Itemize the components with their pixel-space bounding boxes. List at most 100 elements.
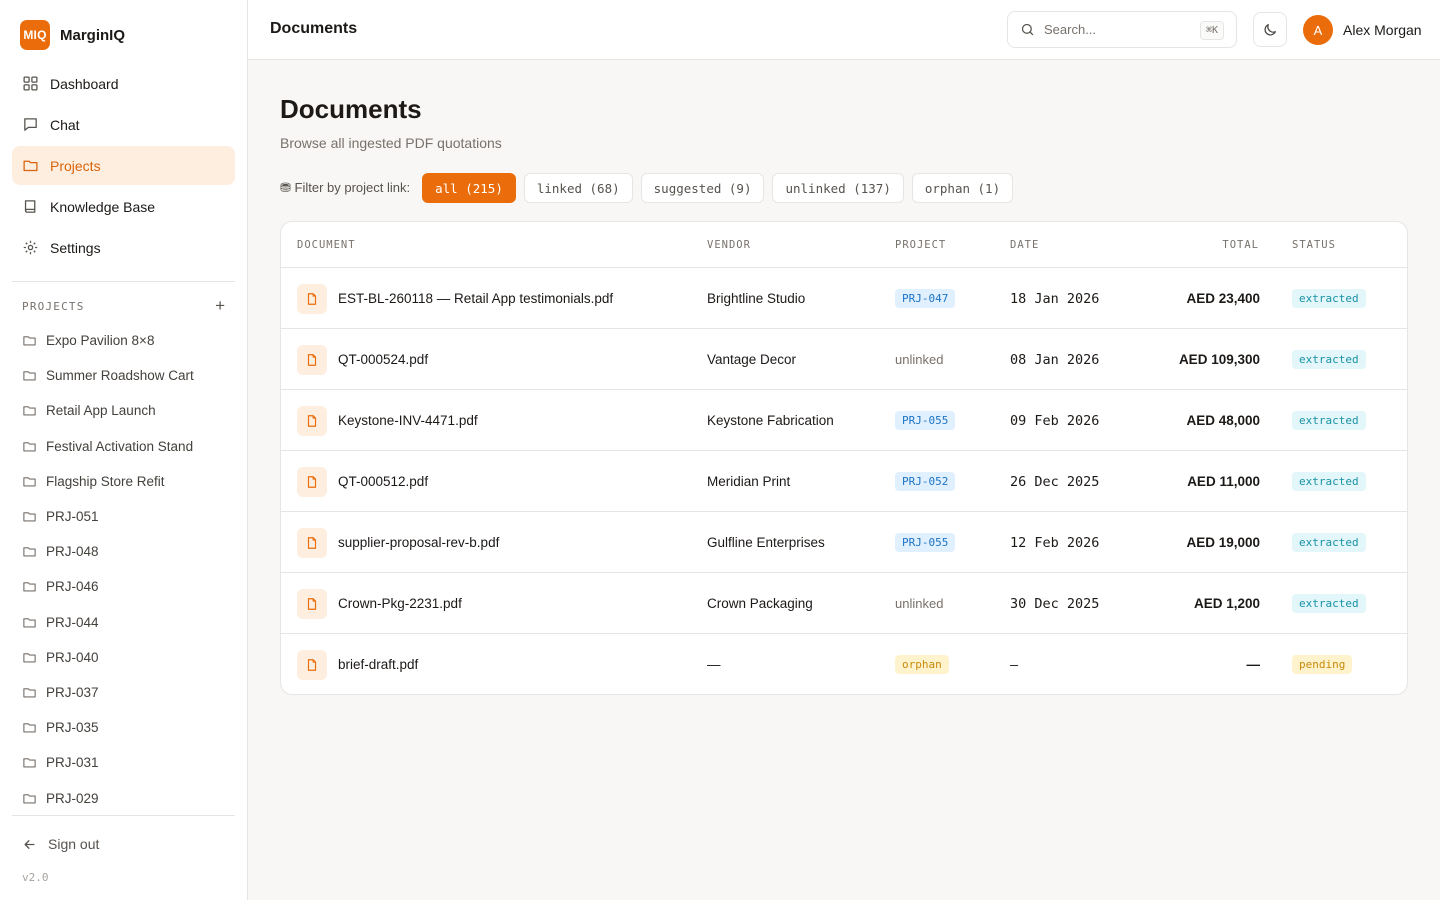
document-name[interactable]: supplier-proposal-rev-b.pdf (338, 535, 499, 550)
table-body: EST-BL-260118 — Retail App testimonials.… (281, 268, 1407, 694)
table-row[interactable]: QT-000512.pdf Meridian Print PRJ-052 26 Dec… (281, 451, 1407, 512)
brand[interactable]: MIQ MarginIQ (20, 20, 125, 50)
column-header-total[interactable]: TOTAL (1222, 239, 1259, 251)
document-name[interactable]: brief-draft.pdf (338, 657, 418, 672)
date-cell: 09 Feb 2026 (1010, 412, 1100, 429)
document-cell: Keystone-INV-4471.pdf (297, 390, 697, 451)
project-item[interactable]: PRJ-051 (22, 499, 232, 534)
status-badge: extracted (1292, 533, 1366, 552)
column-header-status[interactable]: STATUS (1292, 239, 1336, 251)
nav-item-settings[interactable]: Settings (12, 228, 235, 267)
status-cell: extracted (1292, 329, 1392, 390)
user-menu[interactable]: A Alex Morgan (1303, 15, 1422, 45)
project-cell: unlinked (895, 329, 1005, 390)
project-label: PRJ-048 (46, 544, 99, 560)
project-item[interactable]: Retail App Launch (22, 393, 232, 428)
status-cell: extracted (1292, 451, 1392, 512)
table-row[interactable]: supplier-proposal-rev-b.pdf Gulfline Ente… (281, 512, 1407, 573)
grid-icon (23, 76, 38, 91)
filter-chip-unlinked[interactable]: unlinked (137) (772, 173, 904, 203)
project-label: PRJ-029 (46, 790, 99, 806)
column-header-document[interactable]: DOCUMENT (297, 239, 356, 251)
folder-icon (23, 160, 38, 172)
brand-logo: MIQ (20, 20, 50, 50)
project-item[interactable]: PRJ-037 (22, 675, 232, 710)
project-unlinked-label: unlinked (895, 352, 944, 367)
nav-item-knowledge-base[interactable]: Knowledge Base (12, 187, 235, 226)
project-item[interactable]: Festival Activation Stand (22, 429, 232, 464)
project-label: PRJ-044 (46, 614, 99, 630)
folder-icon (23, 547, 36, 557)
filter-chip-orphan[interactable]: orphan (1) (911, 173, 1014, 203)
app-version: v2.0 (22, 871, 49, 884)
filter-chip-all[interactable]: all (215) (422, 173, 516, 203)
document-cell: QT-000524.pdf (297, 329, 697, 390)
nav-item-dashboard[interactable]: Dashboard (12, 64, 235, 103)
document-cell: QT-000512.pdf (297, 451, 697, 512)
project-label: PRJ-031 (46, 755, 99, 771)
project-label: PRJ-040 (46, 649, 99, 665)
arrow-left-icon (24, 839, 35, 849)
project-label: PRJ-051 (46, 509, 99, 525)
date-cell: 08 Jan 2026 (1010, 351, 1100, 368)
folder-icon (23, 477, 36, 487)
total-cell: AED 19,000 (1186, 535, 1260, 550)
document-name[interactable]: EST-BL-260118 — Retail App testimonials.… (338, 291, 613, 306)
table-row[interactable]: Keystone-INV-4471.pdf Keystone Fabricatio… (281, 390, 1407, 451)
project-orphan-badge: orphan (895, 655, 949, 674)
folder-icon (23, 406, 36, 416)
project-badge[interactable]: PRJ-055 (895, 411, 956, 430)
nav-item-chat[interactable]: Chat (12, 105, 235, 144)
project-badge[interactable]: PRJ-055 (895, 533, 956, 552)
document-name[interactable]: Keystone-INV-4471.pdf (338, 413, 478, 428)
project-label: PRJ-046 (46, 579, 99, 595)
table-row[interactable]: brief-draft.pdf — orphan — — pending (281, 634, 1407, 694)
main-nav: Dashboard Chat Projects Knowledge Base S… (12, 64, 235, 269)
add-project-button[interactable]: + (215, 297, 225, 314)
projects-list[interactable]: Expo Pavilion 8×8 Summer Roadshow Cart R… (22, 323, 232, 813)
column-header-project[interactable]: PROJECT (895, 239, 946, 251)
project-link-filter: ⛃ Filter by project link: all (215) link… (280, 173, 1021, 203)
date-cell: 12 Feb 2026 (1010, 534, 1100, 551)
search-input[interactable] (1044, 22, 1184, 37)
file-icon (307, 414, 317, 427)
project-item[interactable]: PRJ-031 (22, 745, 232, 780)
project-item[interactable]: Summer Roadshow Cart (22, 358, 232, 393)
pdf-file-icon (297, 588, 327, 619)
document-name[interactable]: QT-000524.pdf (338, 352, 428, 367)
status-badge: extracted (1292, 350, 1366, 369)
nav-item-projects[interactable]: Projects (12, 146, 235, 185)
folder-icon (23, 758, 36, 768)
project-item[interactable]: PRJ-035 (22, 710, 232, 745)
folder-icon (23, 441, 36, 452)
document-name[interactable]: QT-000512.pdf (338, 474, 428, 489)
project-item[interactable]: Flagship Store Refit (22, 464, 232, 499)
filter-label: ⛃ Filter by project link: (280, 180, 411, 195)
project-cell: PRJ-055 (895, 512, 1005, 573)
project-item[interactable]: PRJ-046 (22, 569, 232, 604)
theme-toggle-button[interactable] (1253, 12, 1287, 47)
sign-out-button[interactable]: Sign out (22, 836, 99, 852)
table-row[interactable]: QT-000524.pdf Vantage Decor unlinked 08 Jan… (281, 329, 1407, 390)
book-icon (24, 200, 36, 213)
filter-chip-linked[interactable]: linked (68) (523, 173, 633, 203)
project-badge[interactable]: PRJ-047 (895, 289, 956, 308)
project-item[interactable]: PRJ-029 (22, 780, 232, 813)
project-badge[interactable]: PRJ-052 (895, 472, 956, 491)
search-box[interactable]: ⌘K (1007, 11, 1237, 48)
filter-chip-suggested[interactable]: suggested (9) (640, 173, 765, 203)
column-header-vendor[interactable]: VENDOR (707, 239, 751, 251)
table-row[interactable]: Crown-Pkg-2231.pdf Crown Packaging unlinke… (281, 573, 1407, 634)
table-row[interactable]: EST-BL-260118 — Retail App testimonials.… (281, 268, 1407, 329)
total-cell: — (1246, 657, 1261, 672)
project-cell: PRJ-055 (895, 390, 1005, 451)
status-badge: extracted (1292, 594, 1366, 613)
column-header-date[interactable]: DATE (1010, 239, 1039, 251)
project-item[interactable]: PRJ-048 (22, 534, 232, 569)
search-icon (1021, 23, 1034, 36)
project-item[interactable]: Expo Pavilion 8×8 (22, 323, 232, 358)
document-name[interactable]: Crown-Pkg-2231.pdf (338, 596, 462, 611)
project-item[interactable]: PRJ-044 (22, 605, 232, 640)
project-item[interactable]: PRJ-040 (22, 640, 232, 675)
document-cell: EST-BL-260118 — Retail App testimonials.… (297, 268, 697, 329)
